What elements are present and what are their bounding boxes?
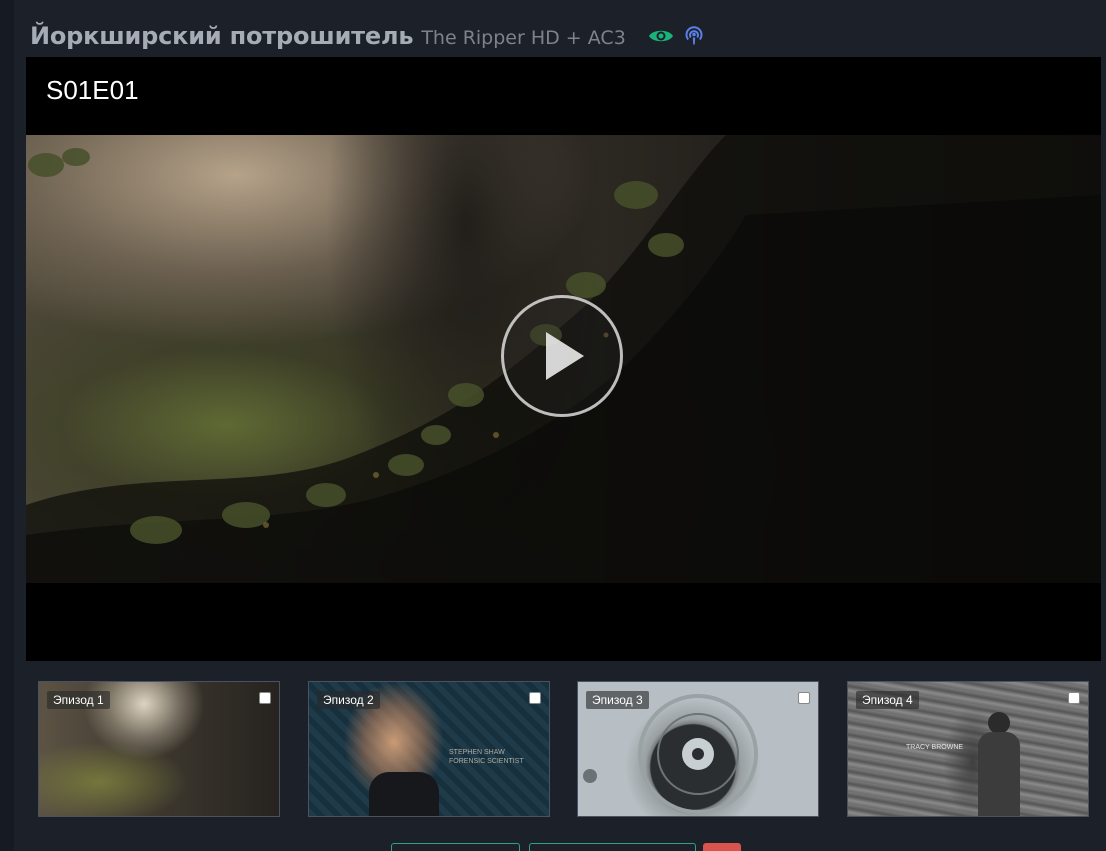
- episode-label: Эпизод 1: [47, 691, 110, 709]
- thumbnail-caption: TRACY BROWNE: [906, 744, 964, 751]
- play-icon: [546, 332, 584, 380]
- bottom-button-2[interactable]: [529, 843, 696, 851]
- episode-label: Эпизод 3: [586, 691, 649, 709]
- bottom-toolbar: [0, 843, 1106, 851]
- thumbnail-figure-head: [988, 712, 1010, 734]
- thumbnail-figure: [369, 772, 439, 816]
- episode-card-2[interactable]: STEPHEN SHAW FORENSIC SCIENTIST Эпизод 2: [308, 681, 550, 817]
- podcast-icon[interactable]: [685, 26, 703, 46]
- eye-icon[interactable]: [648, 27, 674, 45]
- episode-checkbox[interactable]: [259, 692, 271, 704]
- show-title: Йоркширский потрошитель: [30, 22, 414, 50]
- episode-label: Эпизод 2: [317, 691, 380, 709]
- video-player[interactable]: S01E01: [26, 57, 1101, 661]
- episode-card-1[interactable]: Эпизод 1: [38, 681, 280, 817]
- episode-checkbox[interactable]: [529, 692, 541, 704]
- header: Йоркширский потрошитель The Ripper HD + …: [30, 16, 703, 56]
- episode-card-4[interactable]: TRACY BROWNE Эпизод 4: [847, 681, 1089, 817]
- current-episode-label: S01E01: [46, 75, 139, 105]
- episode-card-3[interactable]: Эпизод 3: [577, 681, 819, 817]
- episode-label: Эпизод 4: [856, 691, 919, 709]
- bottom-button-1[interactable]: [391, 843, 520, 851]
- episode-list: Эпизод 1 STEPHEN SHAW FORENSIC SCIENTIST…: [38, 681, 1090, 819]
- play-button[interactable]: [501, 295, 623, 417]
- thumbnail-figure: [978, 732, 1020, 816]
- left-edge: [0, 0, 14, 851]
- show-subtitle: The Ripper HD + AC3: [421, 26, 626, 49]
- episode-checkbox[interactable]: [798, 692, 810, 704]
- thumbnail-caption: STEPHEN SHAW FORENSIC SCIENTIST: [449, 749, 524, 765]
- episode-checkbox[interactable]: [1068, 692, 1080, 704]
- page: Йоркширский потрошитель The Ripper HD + …: [0, 0, 1106, 851]
- delete-button[interactable]: [703, 843, 741, 851]
